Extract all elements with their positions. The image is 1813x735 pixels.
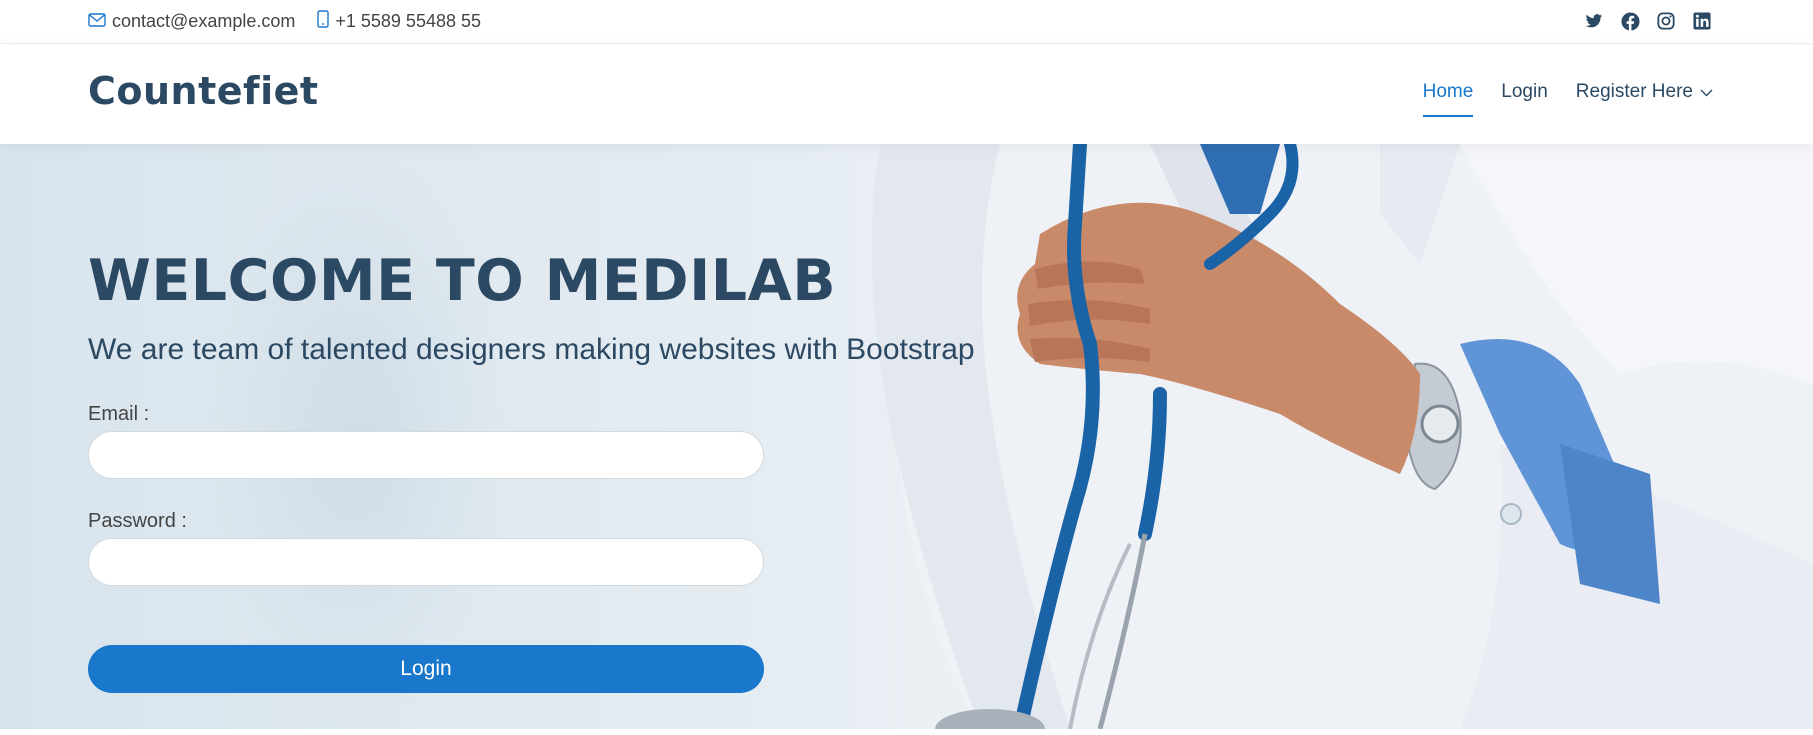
site-logo[interactable]: Countefiet [88, 69, 319, 113]
login-button[interactable]: Login [88, 645, 764, 693]
contact-phone[interactable]: +1 5589 55488 55 [317, 10, 481, 33]
phone-icon [317, 10, 335, 33]
instagram-icon[interactable] [1655, 10, 1677, 32]
nav-register[interactable]: Register Here [1576, 81, 1713, 111]
main-nav: Home Login Register Here [1395, 81, 1713, 117]
chevron-down-icon [1693, 81, 1713, 103]
nav-login[interactable]: Login [1501, 81, 1548, 111]
doctor-image [872, 144, 1813, 729]
hero-section: WELCOME TO MEDILAB We are team of talent… [0, 144, 1813, 729]
email-field[interactable] [88, 431, 764, 479]
linkedin-icon[interactable] [1691, 10, 1713, 32]
password-label: Password : [88, 510, 187, 532]
contact-email-text: contact@example.com [112, 11, 296, 31]
hero-title: WELCOME TO MEDILAB [88, 248, 837, 314]
envelope-icon [88, 11, 112, 32]
nav-home-label: Home [1422, 81, 1474, 102]
password-field[interactable] [88, 538, 764, 586]
nav-login-label: Login [1501, 81, 1548, 102]
hero-subtitle: We are team of talented designers making… [88, 333, 975, 366]
email-label: Email : [88, 403, 150, 425]
contact-info: contact@example.com +1 5589 55488 55 [88, 10, 503, 33]
top-bar: contact@example.com +1 5589 55488 55 [0, 0, 1813, 44]
nav-register-label: Register Here [1575, 81, 1693, 102]
facebook-icon[interactable] [1619, 10, 1641, 32]
contact-email[interactable]: contact@example.com [88, 11, 295, 32]
social-links [1569, 10, 1713, 32]
twitter-icon[interactable] [1583, 10, 1605, 32]
contact-phone-text: +1 5589 55488 55 [335, 11, 482, 31]
bottom-edge [0, 729, 1813, 735]
nav-home[interactable]: Home [1422, 81, 1474, 117]
site-header: Countefiet Home Login Register Here [0, 45, 1813, 144]
